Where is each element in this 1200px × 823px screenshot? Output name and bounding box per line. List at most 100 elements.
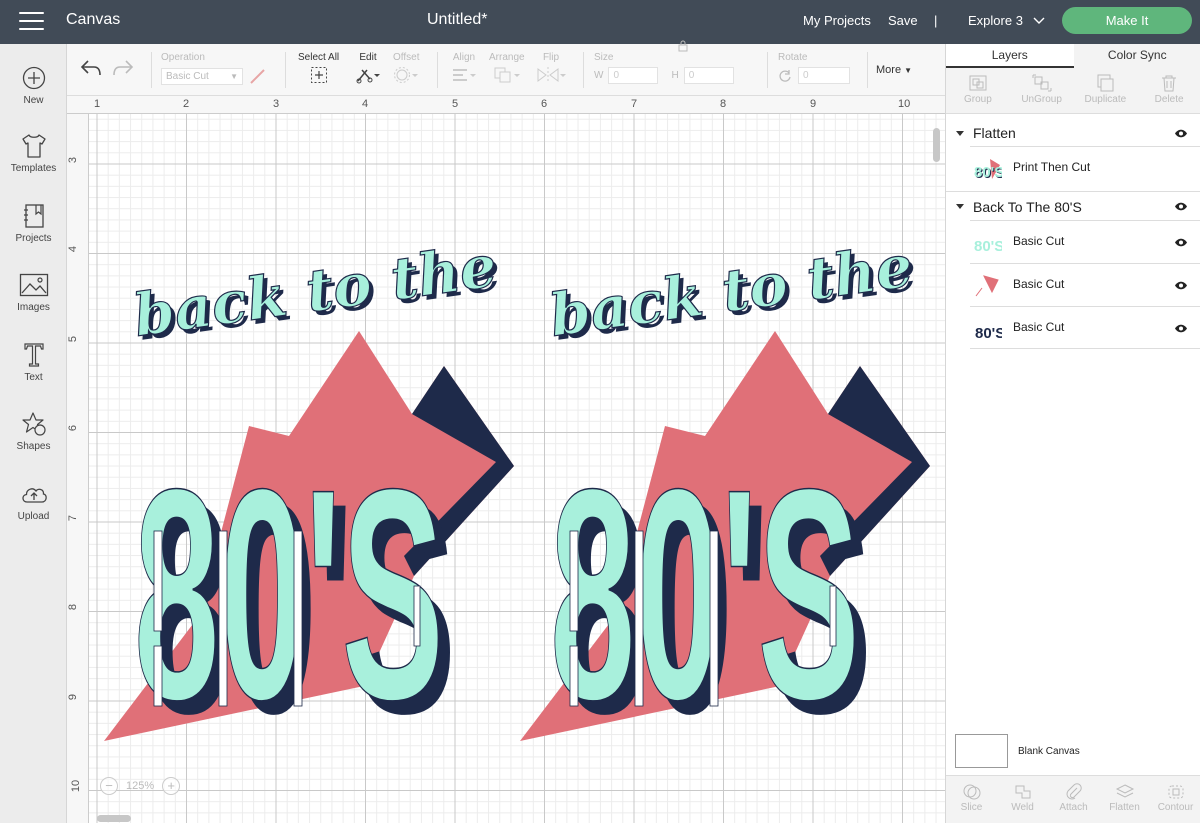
- redo-icon[interactable]: [112, 59, 134, 77]
- artwork-highlight-stripe: [709, 530, 719, 707]
- group-button[interactable]: Group: [946, 68, 1010, 113]
- flatten-label: Flatten: [1109, 802, 1140, 813]
- rotate-input[interactable]: 0: [798, 67, 850, 84]
- select-all-group[interactable]: Select All: [298, 52, 339, 87]
- flip-icon: [537, 67, 566, 83]
- weld-button[interactable]: Weld: [997, 776, 1048, 823]
- sidebar-item-images[interactable]: Images: [0, 271, 67, 313]
- blank-canvas-label: Blank Canvas: [1018, 745, 1080, 757]
- artwork-80s-text: 80'S: [550, 426, 860, 762]
- sidebar-item-new[interactable]: New: [0, 64, 67, 106]
- notebook-icon: [23, 204, 44, 228]
- sidebar-item-shapes[interactable]: Shapes: [0, 410, 67, 452]
- sidebar-item-upload[interactable]: Upload: [0, 480, 67, 522]
- my-projects-link[interactable]: My Projects: [803, 13, 871, 28]
- horizontal-scrollbar[interactable]: [97, 815, 131, 822]
- group-title: Flatten: [973, 125, 1016, 141]
- artwork-highlight-stripe: [153, 645, 163, 707]
- slice-button[interactable]: Slice: [946, 776, 997, 823]
- sidebar-item-templates[interactable]: Templates: [0, 132, 67, 174]
- design-back-to-the-80s-left[interactable]: 80'S80'Sback to theback to the: [104, 231, 514, 776]
- caret-down-icon[interactable]: [956, 130, 964, 136]
- duplicate-button[interactable]: Duplicate: [1074, 68, 1138, 113]
- eye-icon[interactable]: [1174, 281, 1188, 290]
- document-title[interactable]: Untitled*: [427, 11, 487, 29]
- lock-icon[interactable]: [678, 40, 688, 52]
- flatten-button[interactable]: Flatten: [1099, 776, 1150, 823]
- tshirt-icon: [21, 134, 46, 158]
- offset-group[interactable]: Offset: [393, 52, 420, 87]
- align-group[interactable]: Align: [451, 52, 477, 87]
- pen-color-icon[interactable]: [249, 67, 267, 85]
- blank-canvas-item[interactable]: Blank Canvas: [955, 734, 1080, 768]
- zoom-control: − 125% +: [100, 777, 181, 795]
- layer-row[interactable]: Basic Cut: [970, 263, 1200, 306]
- svg-text:80'S: 80'S: [975, 325, 1002, 342]
- sidebar-label: Templates: [10, 163, 57, 174]
- offset-icon: [394, 67, 419, 83]
- save-button[interactable]: Save: [888, 13, 918, 28]
- bottom-actions: Slice Weld Attach Flatten Contour: [946, 775, 1200, 823]
- panel-tabs: Layers Color Sync: [946, 44, 1200, 68]
- undo-icon[interactable]: [80, 59, 102, 77]
- edit-group[interactable]: Edit: [355, 52, 381, 87]
- layer-row[interactable]: 80'S 80'S Print Then Cut: [970, 146, 1200, 189]
- layer-thumbnail-icon: 80'S: [975, 325, 1002, 342]
- height-input[interactable]: 0: [683, 67, 734, 84]
- artwork-highlight-stripe: [413, 585, 421, 647]
- eye-icon[interactable]: [1174, 129, 1188, 138]
- weld-label: Weld: [1011, 802, 1034, 813]
- align-label: Align: [452, 52, 476, 63]
- group-icon: [969, 75, 987, 91]
- flip-group[interactable]: Flip: [536, 52, 566, 87]
- blank-canvas-swatch: [955, 734, 1008, 768]
- app-title: Canvas: [66, 11, 121, 28]
- tab-layers[interactable]: Layers: [946, 44, 1074, 68]
- layer-row[interactable]: 80'S Basic Cut: [970, 220, 1200, 263]
- sidebar-item-text[interactable]: Text: [0, 341, 67, 383]
- weld-icon: [1015, 785, 1030, 799]
- make-it-button[interactable]: Make It: [1062, 7, 1192, 34]
- design-back-to-the-80s-right[interactable]: 80'S80'Sback to theback to the: [520, 231, 930, 776]
- select-all-label: Select All: [298, 52, 340, 63]
- shapes-icon: [21, 412, 46, 436]
- contour-button[interactable]: Contour: [1150, 776, 1200, 823]
- trash-icon: [1162, 75, 1177, 92]
- left-sidebar: New Templates Projects Images Text Shape…: [0, 44, 67, 823]
- design-canvas[interactable]: 1 2 3 4 5 6 7 8 9 10 3 4 5 6 7 8 9 10 80…: [67, 96, 945, 823]
- attach-label: Attach: [1059, 802, 1088, 813]
- menu-icon[interactable]: [19, 12, 44, 32]
- artwork-script-text: back to the: [129, 232, 500, 350]
- delete-button[interactable]: Delete: [1137, 68, 1200, 113]
- arrange-group[interactable]: Arrange: [489, 52, 525, 87]
- operation-select[interactable]: Basic Cut ▼: [161, 67, 243, 85]
- ungroup-label: UnGroup: [1021, 94, 1062, 105]
- caret-down-icon[interactable]: [956, 204, 964, 209]
- vertical-scrollbar[interactable]: [933, 128, 940, 162]
- layer-actions: Group UnGroup Duplicate Delete: [946, 68, 1200, 114]
- artwork-highlight-stripe: [569, 530, 579, 632]
- ungroup-button[interactable]: UnGroup: [1010, 68, 1074, 113]
- duplicate-label: Duplicate: [1084, 94, 1127, 105]
- artwork-80s-text: 80'S: [134, 426, 444, 762]
- eye-icon[interactable]: [1174, 238, 1188, 247]
- artwork-highlight-stripe: [218, 530, 228, 707]
- sidebar-item-projects[interactable]: Projects: [0, 202, 67, 244]
- tab-color-sync[interactable]: Color Sync: [1074, 44, 1200, 68]
- size-label: Size: [594, 52, 614, 63]
- more-menu-button[interactable]: More ▼: [876, 64, 912, 76]
- eye-icon[interactable]: [1174, 324, 1188, 333]
- layer-row[interactable]: 80'S Basic Cut: [970, 306, 1200, 349]
- duplicate-icon: [1097, 74, 1114, 92]
- attach-button[interactable]: Attach: [1048, 776, 1099, 823]
- zoom-out-button[interactable]: −: [100, 777, 118, 795]
- layer-group-back-to-the-80s[interactable]: Back To The 80'S: [946, 191, 1200, 221]
- select-all-icon: [310, 67, 327, 83]
- layer-group-flatten[interactable]: Flatten: [946, 118, 1200, 148]
- machine-selector[interactable]: Explore 3: [968, 13, 1045, 28]
- artwork-highlight-stripe: [153, 530, 163, 632]
- zoom-in-button[interactable]: +: [162, 777, 181, 795]
- width-input[interactable]: 0: [608, 67, 659, 84]
- artwork-highlight-stripe: [634, 530, 644, 707]
- eye-icon[interactable]: [1174, 202, 1188, 211]
